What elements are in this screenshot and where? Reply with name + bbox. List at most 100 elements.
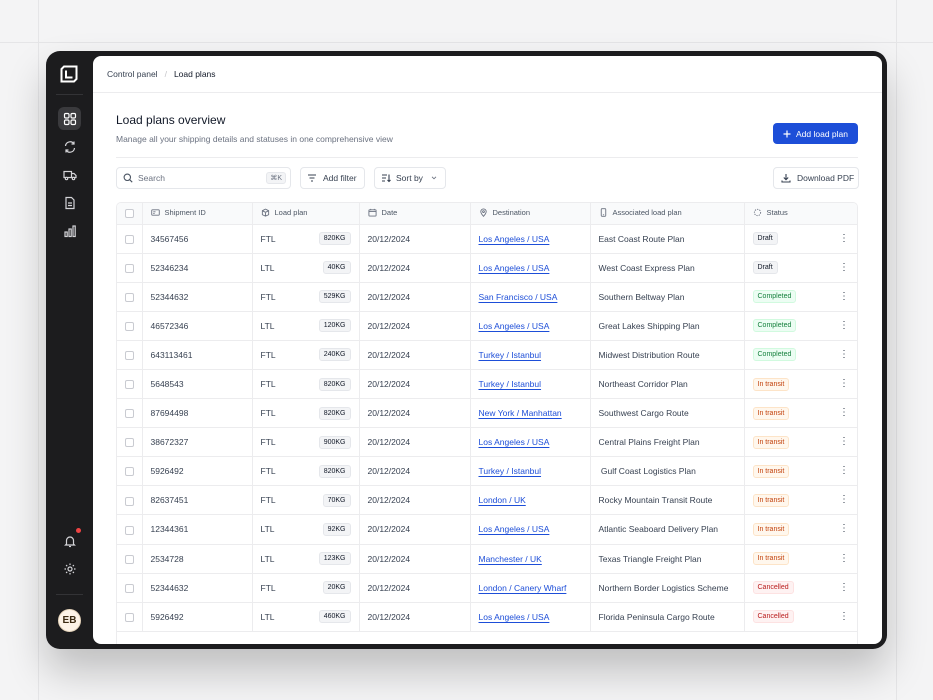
destination-link[interactable]: Turkey / Istanbul (479, 350, 542, 360)
row-checkbox[interactable] (124, 351, 134, 361)
table-row[interactable]: 38672327 FTL 900KG 20/12/2024 Los Angeles / … (117, 427, 857, 458)
app-logo-icon[interactable] (60, 65, 78, 83)
breadcrumb-control-panel[interactable]: Control panel (107, 69, 158, 79)
destination-link[interactable]: Los Angeles / USA (479, 612, 550, 622)
user-avatar[interactable]: EB (58, 609, 81, 632)
nav-settings[interactable] (58, 557, 81, 580)
row-select-cell (117, 544, 143, 574)
row-more-icon[interactable]: ⋮ (839, 524, 849, 534)
nav-analytics[interactable] (58, 219, 81, 242)
destination-link[interactable]: Manchester / UK (479, 554, 542, 564)
table-row[interactable]: 643113461 FTL 240KG 20/12/2024 Turkey / Ista… (117, 340, 857, 370)
table-row[interactable]: 34567456 FTL 820KG 20/12/2024 Los Angeles / … (117, 224, 857, 254)
destination-link[interactable]: London / UK (479, 495, 526, 505)
add-load-plan-button[interactable]: Add load plan (773, 123, 858, 144)
row-more-icon[interactable]: ⋮ (839, 262, 849, 273)
destination-link[interactable]: Los Angeles / USA (479, 524, 550, 534)
destination-link[interactable]: Los Angeles / USA (479, 437, 550, 447)
table-row[interactable]: 5926492 FTL 820KG 20/12/2024 Turkey / Istanb… (117, 456, 857, 487)
row-checkbox[interactable] (124, 380, 134, 390)
table-row[interactable]: 52344632 FTL 529KG 20/12/2024 San Francisco … (117, 282, 857, 312)
shipment-id: 52344632 (142, 573, 253, 603)
row-more-icon[interactable]: ⋮ (839, 233, 849, 244)
destination-link[interactable]: New York / Manhattan (479, 408, 562, 418)
table-row[interactable]: 52344632 FTL 20KG 20/12/2024 London / Canery… (117, 573, 857, 603)
row-checkbox[interactable] (124, 467, 134, 477)
row-more-icon[interactable]: ⋮ (839, 553, 849, 564)
column-load-plan[interactable]: Load plan (252, 203, 360, 225)
row-checkbox[interactable] (124, 554, 134, 564)
table-row[interactable]: 5926492 LTL 460KG 20/12/2024 Los Angeles / U… (117, 602, 857, 632)
nav-sync[interactable] (58, 135, 81, 158)
row-more-icon[interactable]: ⋮ (839, 582, 849, 593)
column-shipment-id[interactable]: Shipment ID (142, 203, 253, 225)
date: 20/12/2024 (359, 456, 471, 487)
date: 20/12/2024 (359, 544, 471, 574)
search-input[interactable]: Search ⌘K (116, 167, 291, 189)
table-row[interactable]: 52346234 LTL 40KG 20/12/2024 Los Angeles / U… (117, 253, 857, 283)
row-more-icon[interactable]: ⋮ (839, 349, 849, 360)
row-more-icon[interactable]: ⋮ (839, 408, 849, 418)
load-plan-cell: LTL 40KG (252, 253, 360, 283)
nav-notifications[interactable] (58, 528, 81, 552)
row-checkbox[interactable] (124, 292, 134, 302)
destination-link[interactable]: London / Canery Wharf (479, 583, 567, 593)
row-more-icon[interactable]: ⋮ (839, 495, 849, 505)
row-more-icon[interactable]: ⋮ (839, 291, 849, 302)
status-badge: In transit (752, 552, 790, 566)
sort-by-dropdown[interactable]: Sort by (374, 167, 446, 189)
table-row[interactable]: 2534728 LTL 123KG 20/12/2024 Manchester / UK… (117, 544, 857, 574)
row-checkbox[interactable] (124, 409, 134, 419)
row-more-icon[interactable]: ⋮ (839, 466, 849, 476)
destination-link[interactable]: Los Angeles / USA (479, 234, 550, 244)
loader-icon (753, 208, 761, 216)
add-filter-label: Add filter (323, 173, 357, 183)
load-plan-cell: FTL 240KG (252, 340, 360, 370)
add-filter-button[interactable]: Add filter (300, 167, 365, 189)
weight-badge: 123KG (318, 552, 351, 566)
row-checkbox[interactable] (124, 438, 134, 448)
shipment-id: 34567456 (142, 224, 253, 254)
column-associated-load-plan[interactable]: Associated load plan (590, 203, 745, 225)
row-checkbox[interactable] (124, 321, 134, 331)
column-destination[interactable]: Destination (470, 203, 591, 225)
status-cell: Cancelled ⋮ (744, 573, 857, 603)
load-plan-type: FTL (260, 408, 276, 419)
destination-link[interactable]: Los Angeles / USA (479, 263, 550, 273)
status-badge: In transit (752, 406, 790, 420)
status-cell: In transit ⋮ (744, 369, 857, 400)
select-all-checkbox[interactable] (124, 209, 134, 218)
row-checkbox[interactable] (124, 263, 134, 273)
column-date[interactable]: Date (359, 203, 471, 225)
row-checkbox[interactable] (124, 234, 134, 244)
destination-cell: Los Angeles / USA (470, 224, 591, 254)
row-checkbox[interactable] (124, 583, 134, 593)
destination-link[interactable]: Turkey / Istanbul (479, 466, 542, 476)
load-plan-type: LTL (260, 524, 275, 535)
row-checkbox[interactable] (124, 612, 134, 622)
destination-link[interactable]: Los Angeles / USA (479, 321, 550, 331)
column-status[interactable]: Status (744, 203, 857, 225)
row-more-icon[interactable]: ⋮ (839, 611, 849, 622)
table-row[interactable]: 82637451 FTL 70KG 20/12/2024 London / UK Rock… (117, 485, 857, 516)
shipment-id: 52344632 (142, 282, 253, 312)
destination-link[interactable]: Turkey / Istanbul (479, 379, 542, 389)
table-row[interactable]: 5648543 FTL 820KG 20/12/2024 Turkey / Istanb… (117, 369, 857, 400)
download-pdf-button[interactable]: Download PDF (773, 167, 859, 189)
table-row[interactable]: 12344361 LTL 92KG 20/12/2024 Los Angeles / U… (117, 514, 857, 545)
mobile-icon (600, 208, 606, 217)
row-checkbox[interactable] (124, 525, 134, 535)
nav-shipments[interactable] (58, 163, 81, 186)
row-select-cell (117, 456, 143, 487)
row-more-icon[interactable]: ⋮ (839, 379, 849, 389)
destination-cell: Los Angeles / USA (470, 253, 591, 283)
row-more-icon[interactable]: ⋮ (839, 320, 849, 331)
row-more-icon[interactable]: ⋮ (839, 437, 849, 447)
nav-documents[interactable] (58, 191, 81, 214)
row-checkbox[interactable] (124, 496, 134, 506)
table-row[interactable]: 46572346 LTL 120KG 20/12/2024 Los Angeles / … (117, 311, 857, 341)
nav-dashboard[interactable] (58, 107, 81, 130)
destination-link[interactable]: San Francisco / USA (479, 292, 558, 302)
table-row[interactable]: 87694498 FTL 820KG 20/12/2024 New York / Man… (117, 398, 857, 429)
status-badge: Draft (752, 232, 778, 246)
